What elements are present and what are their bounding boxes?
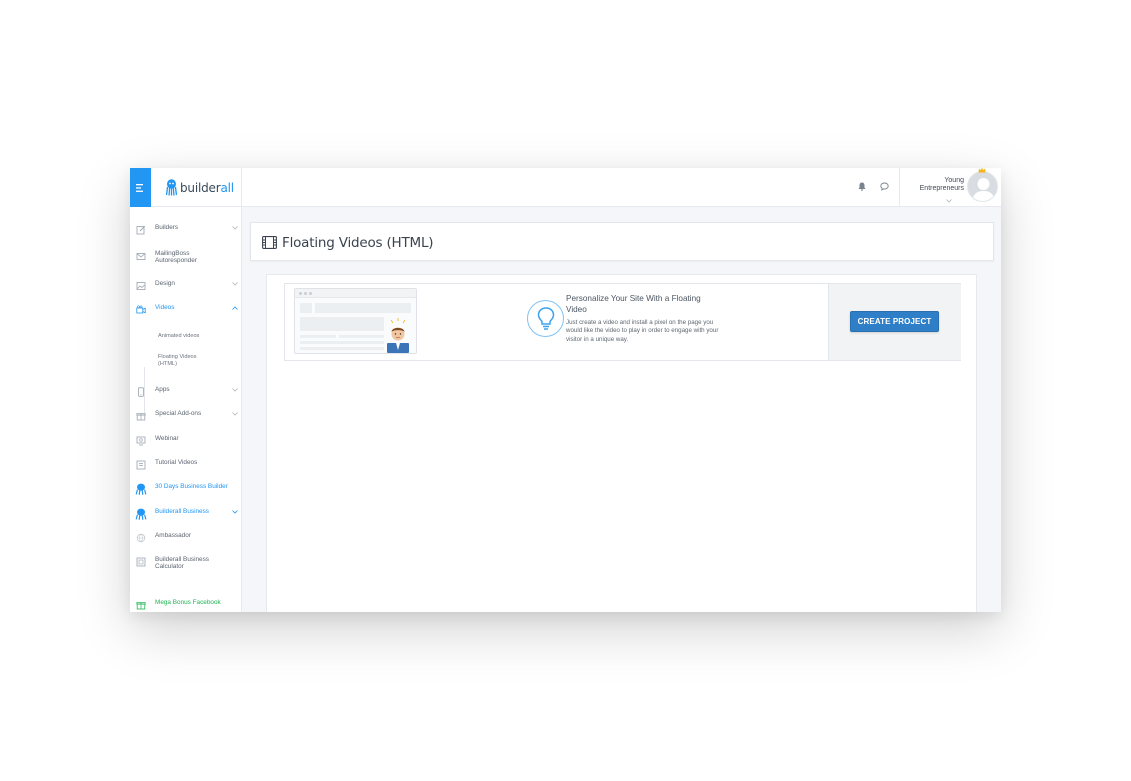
sidebar-item-special-addons[interactable]: Special Add-ons bbox=[130, 407, 242, 427]
crown-icon bbox=[978, 168, 986, 173]
sidebar: Builders MailingBoss Autoresponder Desig… bbox=[130, 207, 242, 612]
bell-icon[interactable] bbox=[858, 182, 866, 191]
card-description: Just create a video and install a pixel … bbox=[566, 319, 719, 343]
app-window: builderall Young Entrepreneurs Builders … bbox=[130, 168, 1001, 612]
sidebar-item-webinar[interactable]: Webinar bbox=[130, 432, 242, 452]
user-name[interactable]: Young Entrepreneurs bbox=[906, 177, 964, 193]
logo[interactable]: builderall bbox=[151, 168, 242, 207]
sidebar-item-design[interactable]: Design bbox=[130, 277, 242, 297]
menu-toggle-button[interactable] bbox=[130, 168, 151, 207]
tutorial-icon bbox=[136, 460, 146, 470]
presenter-avatar-icon bbox=[387, 318, 409, 353]
film-icon bbox=[262, 236, 277, 249]
envelope-icon bbox=[136, 253, 146, 260]
sidebar-item-mailingboss[interactable]: MailingBoss Autoresponder bbox=[130, 247, 242, 267]
calculator-icon bbox=[136, 557, 146, 567]
video-icon bbox=[136, 305, 146, 314]
chevron-up-icon bbox=[232, 306, 238, 310]
create-project-button[interactable]: CREATE PROJECT bbox=[850, 311, 939, 332]
chevron-down-icon bbox=[232, 510, 238, 514]
sidebar-item-builderall-business[interactable]: Builderall Business bbox=[130, 505, 242, 525]
pencil-icon bbox=[136, 225, 146, 235]
octopus-icon bbox=[135, 508, 147, 520]
lightbulb-icon bbox=[527, 300, 564, 337]
chat-icon[interactable] bbox=[880, 182, 889, 191]
cta-panel: CREATE PROJECT bbox=[828, 284, 961, 360]
sidebar-item-ambassador[interactable]: Ambassador bbox=[130, 529, 242, 549]
chevron-down-icon[interactable] bbox=[946, 199, 952, 203]
sidebar-subitem-floating-videos[interactable]: Floating Videos (HTML) bbox=[158, 354, 206, 367]
preview-illustration bbox=[294, 288, 417, 354]
sidebar-item-videos[interactable]: Videos bbox=[130, 301, 242, 321]
top-bar: builderall Young Entrepreneurs bbox=[130, 168, 1001, 207]
sidebar-item-30-days-business-builder[interactable]: 30 Days Business Builder bbox=[130, 480, 242, 500]
chevron-down-icon bbox=[232, 412, 238, 416]
content-panel: Personalize Your Site With a Floating Vi… bbox=[266, 274, 977, 612]
sidebar-item-apps[interactable]: Apps bbox=[130, 383, 242, 403]
sidebar-item-mega-bonus-facebook[interactable]: Mega Bonus Facebook bbox=[130, 596, 242, 612]
sidebar-item-tutorial-videos[interactable]: Tutorial Videos bbox=[130, 456, 242, 476]
page-title: Floating Videos (HTML) bbox=[282, 235, 434, 251]
hamburger-icon bbox=[136, 183, 143, 192]
octopus-logo-icon bbox=[166, 179, 177, 196]
chevron-down-icon bbox=[232, 226, 238, 230]
page-header: Floating Videos (HTML) bbox=[250, 222, 994, 261]
image-icon bbox=[136, 282, 146, 290]
project-card: Personalize Your Site With a Floating Vi… bbox=[284, 283, 961, 361]
sidebar-item-business-calculator[interactable]: Builderall Business Calculator bbox=[130, 553, 242, 573]
chevron-down-icon bbox=[232, 388, 238, 392]
sidebar-item-builders[interactable]: Builders bbox=[130, 221, 242, 241]
phone-icon bbox=[138, 387, 144, 397]
logo-text: builderall bbox=[180, 180, 234, 195]
avatar[interactable] bbox=[967, 171, 998, 202]
webinar-icon bbox=[136, 436, 146, 446]
user-silhouette-icon bbox=[972, 178, 995, 201]
sidebar-subitem-animated-videos[interactable]: Animated videos bbox=[158, 333, 199, 340]
octopus-icon bbox=[135, 483, 147, 495]
chevron-down-icon bbox=[232, 282, 238, 286]
gift-icon bbox=[136, 413, 146, 421]
gift-icon bbox=[136, 602, 146, 610]
card-title: Personalize Your Site With a Floating Vi… bbox=[566, 294, 701, 314]
globe-icon bbox=[136, 533, 146, 543]
